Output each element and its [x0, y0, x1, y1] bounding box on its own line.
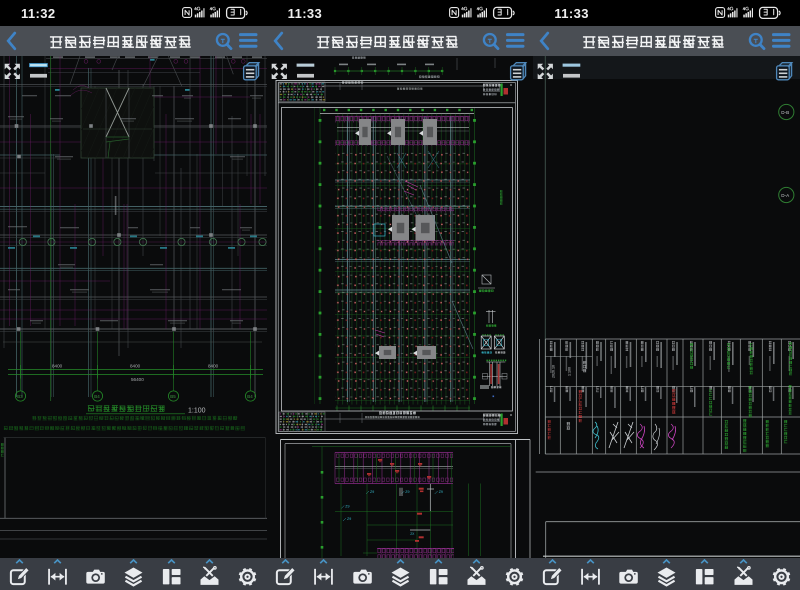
- svg-text:1:100: 1:100: [568, 367, 572, 376]
- svg-text:1:100: 1:100: [188, 408, 206, 415]
- svg-text:D-A: D-A: [782, 193, 791, 198]
- svg-text:8400: 8400: [208, 364, 219, 369]
- svg-text:B4: B4: [94, 394, 100, 399]
- svg-text:8400: 8400: [52, 364, 63, 369]
- svg-text:D-B: D-B: [782, 110, 790, 115]
- svg-text:2X: 2X: [410, 532, 415, 536]
- svg-text:B4: B4: [247, 394, 253, 399]
- svg-text:2026.10: 2026.10: [552, 365, 556, 378]
- svg-text:Z9: Z9: [370, 490, 374, 494]
- svg-text:8400: 8400: [130, 364, 141, 369]
- svg-text:B5: B5: [170, 394, 176, 399]
- svg-text:Z9: Z9: [405, 490, 409, 494]
- svg-text:56400: 56400: [131, 377, 144, 382]
- svg-text:Z9: Z9: [347, 517, 351, 521]
- svg-text:B3: B3: [17, 394, 23, 399]
- svg-text:Z9: Z9: [345, 505, 349, 509]
- svg-text:Z9: Z9: [438, 490, 442, 494]
